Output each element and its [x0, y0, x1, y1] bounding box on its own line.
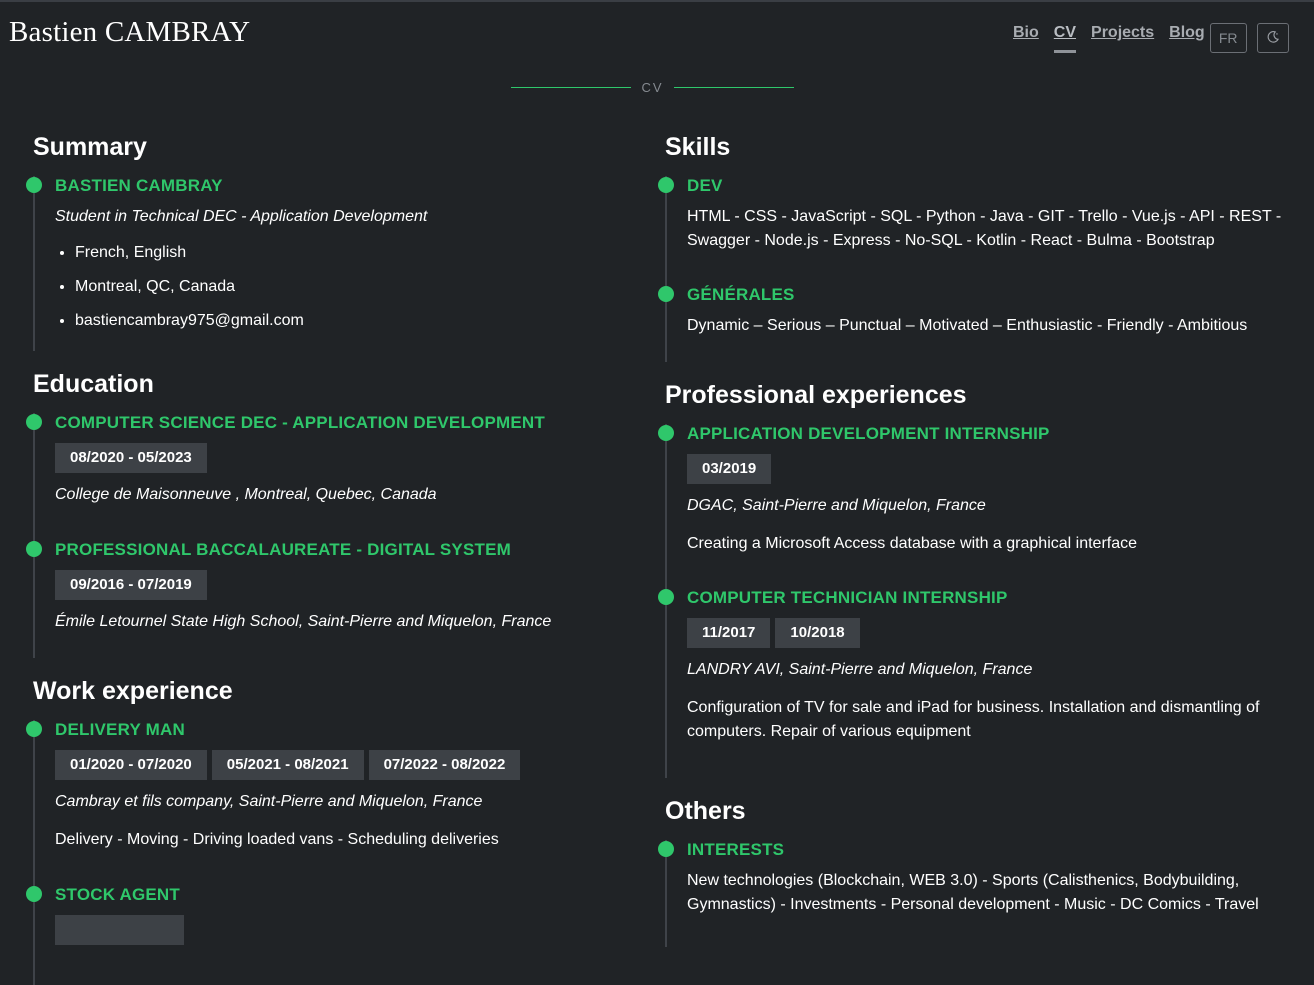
top-border [0, 0, 1314, 2]
list-item: Montreal, QC, Canada [75, 277, 623, 297]
date-badge: 11/2017 [687, 618, 771, 648]
date-list: 09/2016 - 07/2019 [55, 570, 623, 600]
timeline-dot [26, 721, 42, 737]
date-badge: 03/2019 [687, 454, 772, 484]
timeline-dot [658, 425, 674, 441]
date-list: 03/2019 [687, 454, 1285, 484]
education-heading: Education [33, 370, 154, 398]
others-heading: Others [665, 797, 746, 825]
skills-heading: Skills [665, 133, 731, 161]
main-nav: Bio CV Projects Blog FR [1013, 23, 1289, 53]
timeline-dot [26, 177, 42, 193]
skills-entry: GÉNÉRALES Dynamic – Serious – Punctual –… [658, 285, 1285, 338]
timeline-dot [26, 886, 42, 902]
date-badge [55, 915, 184, 945]
nav-link-blog[interactable]: Blog [1169, 24, 1205, 53]
work-entry: DELIVERY MAN 01/2020 - 07/2020 05/2021 -… [26, 720, 623, 852]
cv-left-column: Summary BASTIEN CAMBRAY Student in Techn… [26, 130, 623, 985]
summary-subtitle: Student in Technical DEC - Application D… [55, 208, 428, 225]
date-badge: 05/2021 - 08/2021 [211, 750, 364, 780]
work-entry: STOCK AGENT [26, 885, 623, 945]
site-brand[interactable]: Bastien CAMBRAY [9, 16, 250, 49]
professional-place: LANDRY AVI, Saint-Pierre and Miquelon, F… [687, 661, 1033, 678]
list-item: French, English [75, 243, 623, 263]
skills-list: HTML - CSS - JavaScript - SQL - Python -… [687, 208, 1282, 249]
education-title: PROFESSIONAL BACCALAUREATE - DIGITAL SYS… [55, 540, 511, 559]
moon-icon [1266, 30, 1280, 47]
work-description: Delivery - Moving - Driving loaded vans … [55, 831, 499, 848]
professional-entry: APPLICATION DEVELOPMENT INTERNSHIP 03/20… [658, 424, 1285, 556]
professional-place: DGAC, Saint-Pierre and Miquelon, France [687, 497, 986, 514]
others-entry: INTERESTS New technologies (Blockchain, … [658, 840, 1285, 917]
timeline-dot [658, 286, 674, 302]
skills-entry: DEV HTML - CSS - JavaScript - SQL - Pyth… [658, 176, 1285, 253]
date-badge: 10/2018 [775, 618, 860, 648]
professional-entry: COMPUTER TECHNICIAN INTERNSHIP 11/2017 1… [658, 588, 1285, 744]
timeline-dot [658, 589, 674, 605]
date-list: 08/2020 - 05/2023 [55, 443, 623, 473]
skills-timeline: DEV HTML - CSS - JavaScript - SQL - Pyth… [658, 176, 1285, 362]
skills-list: Dynamic – Serious – Punctual – Motivated… [687, 317, 1248, 334]
work-title: STOCK AGENT [55, 885, 180, 904]
summary-name: BASTIEN CAMBRAY [55, 176, 223, 195]
professional-heading: Professional experiences [665, 381, 967, 409]
work-place: Cambray et fils company, Saint-Pierre an… [55, 793, 483, 810]
timeline-dot [658, 841, 674, 857]
work-title: DELIVERY MAN [55, 720, 185, 739]
page-label-divider: CV [511, 80, 794, 95]
summary-heading: Summary [33, 133, 147, 161]
timeline-dot [26, 541, 42, 557]
timeline-dot [658, 177, 674, 193]
skills-category: DEV [687, 176, 723, 195]
list-item: bastiencambray975@gmail.com [75, 311, 623, 331]
education-entry: COMPUTER SCIENCE DEC - APPLICATION DEVEL… [26, 413, 623, 505]
timeline-dot [26, 414, 42, 430]
interests-text: New technologies (Blockchain, WEB 3.0) -… [687, 872, 1259, 913]
date-list: 11/2017 10/2018 [687, 618, 1285, 648]
theme-toggle-button[interactable] [1256, 23, 1289, 53]
date-badge: 09/2016 - 07/2019 [55, 570, 207, 600]
summary-entry: BASTIEN CAMBRAY Student in Technical DEC… [26, 176, 623, 331]
professional-description: Creating a Microsoft Access database wit… [687, 535, 1138, 552]
professional-title: COMPUTER TECHNICIAN INTERNSHIP [687, 588, 1008, 607]
work-heading: Work experience [33, 677, 233, 705]
professional-timeline: APPLICATION DEVELOPMENT INTERNSHIP 03/20… [658, 424, 1285, 778]
date-badge: 08/2020 - 05/2023 [55, 443, 207, 473]
date-badge: 01/2020 - 07/2020 [55, 750, 207, 780]
nav-link-bio[interactable]: Bio [1013, 24, 1039, 53]
divider-line-right [674, 87, 794, 88]
work-timeline: DELIVERY MAN 01/2020 - 07/2020 05/2021 -… [26, 720, 623, 985]
nav-link-projects[interactable]: Projects [1091, 24, 1154, 53]
professional-title: APPLICATION DEVELOPMENT INTERNSHIP [687, 424, 1050, 443]
education-place: College de Maisonneuve , Montreal, Quebe… [55, 486, 437, 503]
education-entry: PROFESSIONAL BACCALAUREATE - DIGITAL SYS… [26, 540, 623, 632]
professional-description: Configuration of TV for sale and iPad fo… [687, 699, 1260, 740]
cv-right-column: Skills DEV HTML - CSS - JavaScript - SQL… [658, 130, 1285, 947]
others-category: INTERESTS [687, 840, 785, 859]
summary-timeline: BASTIEN CAMBRAY Student in Technical DEC… [26, 176, 623, 351]
education-title: COMPUTER SCIENCE DEC - APPLICATION DEVEL… [55, 413, 545, 432]
nav-link-cv[interactable]: CV [1053, 24, 1077, 53]
date-badge: 07/2022 - 08/2022 [368, 750, 521, 780]
language-toggle-button[interactable]: FR [1209, 23, 1247, 53]
summary-list: French, English Montreal, QC, Canada bas… [55, 243, 623, 331]
date-list [55, 915, 623, 945]
date-list: 01/2020 - 07/2020 05/2021 - 08/2021 07/2… [55, 750, 623, 780]
others-timeline: INTERESTS New technologies (Blockchain, … [658, 840, 1285, 947]
education-place: Émile Letournel State High School, Saint… [55, 613, 552, 630]
education-timeline: COMPUTER SCIENCE DEC - APPLICATION DEVEL… [26, 413, 623, 658]
skills-category: GÉNÉRALES [687, 285, 795, 304]
